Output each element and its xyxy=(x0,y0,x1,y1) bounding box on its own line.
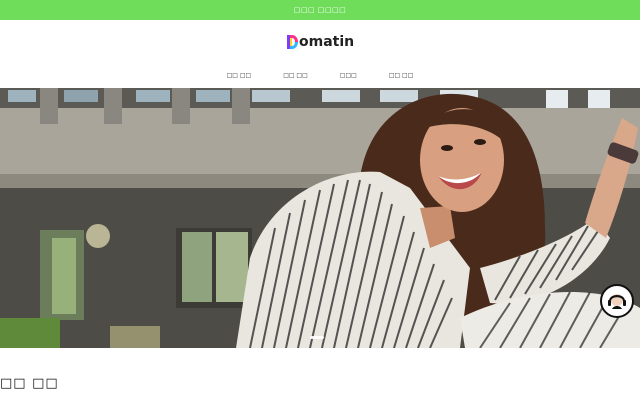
site-header: omatin □□ □□ □□ □□ □□□ □□ □□ xyxy=(0,20,640,88)
main-nav: □□ □□ □□ □□ □□□ □□ □□ xyxy=(0,72,640,79)
hero-image xyxy=(0,88,640,348)
nav-item-2[interactable]: □□ □□ xyxy=(279,72,312,79)
slider-indicator[interactable] xyxy=(310,336,324,339)
nav-item-3[interactable]: □□□ xyxy=(336,72,361,79)
site-logo[interactable]: omatin xyxy=(287,35,354,49)
logo-text: omatin xyxy=(299,34,355,50)
announcement-bar: □□□ □□□□ xyxy=(0,0,640,20)
chat-support-button[interactable] xyxy=(600,284,634,318)
nav-item-1[interactable]: □□ □□ xyxy=(223,72,256,79)
hero-banner[interactable] xyxy=(0,88,640,348)
logo-d-icon xyxy=(287,35,298,49)
section-title: □□ □□ xyxy=(0,376,59,391)
announcement-text: □□□ □□□□ xyxy=(293,6,347,14)
chat-support-icon xyxy=(608,294,626,309)
nav-item-4[interactable]: □□ □□ xyxy=(385,72,418,79)
